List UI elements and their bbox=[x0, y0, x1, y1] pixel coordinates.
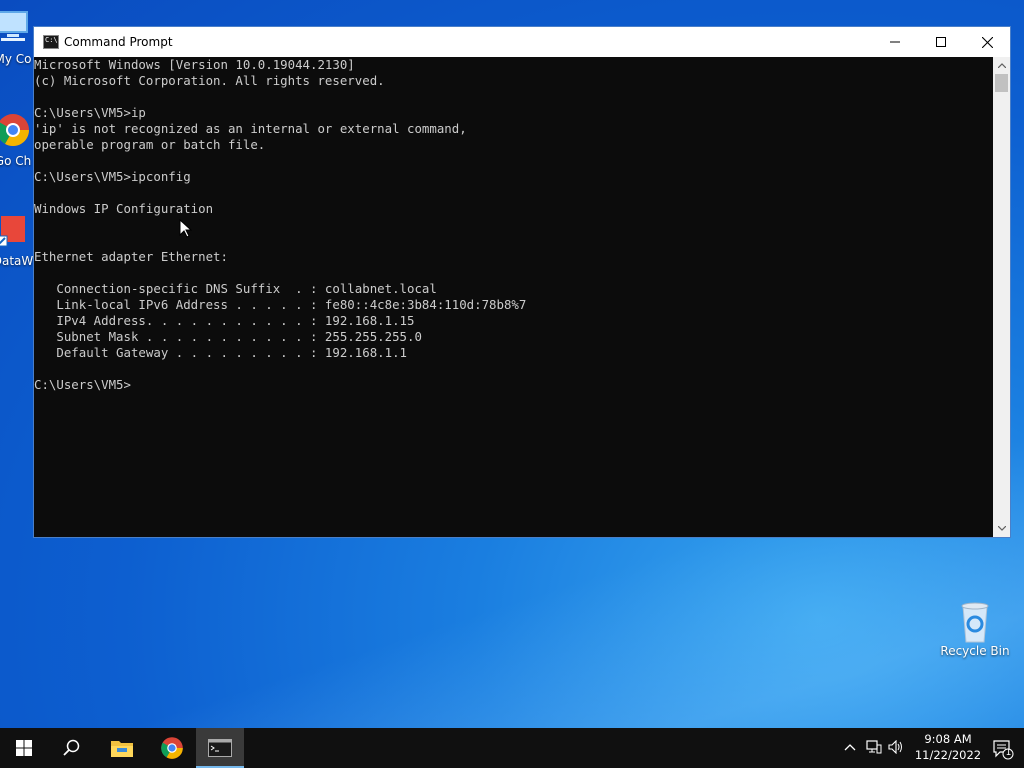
console-line: Ethernet adapter Ethernet: bbox=[34, 249, 228, 264]
action-center-button[interactable]: 1 bbox=[992, 738, 1014, 760]
console-line: C:\Users\VM5>ipconfig bbox=[34, 169, 191, 184]
speaker-icon bbox=[888, 739, 902, 755]
taskbar-chrome[interactable] bbox=[148, 728, 196, 768]
console-scrollbar[interactable] bbox=[993, 57, 1010, 537]
desktop-icon-label: Recycle Bin bbox=[940, 644, 1010, 658]
maximize-icon bbox=[936, 37, 946, 47]
taskbar: 9:08 AM 11/22/2022 1 bbox=[0, 728, 1024, 768]
scroll-thumb[interactable] bbox=[995, 74, 1008, 92]
close-icon bbox=[981, 36, 993, 48]
taskbar-file-explorer[interactable] bbox=[98, 728, 146, 768]
chevron-up-icon bbox=[997, 63, 1006, 68]
minimize-icon bbox=[890, 41, 900, 43]
command-prompt-window[interactable]: C:\ Command Prompt Microsoft Windows [Ve… bbox=[33, 26, 1011, 538]
computer-icon bbox=[0, 8, 33, 48]
window-title: Command Prompt bbox=[64, 35, 173, 49]
recycle-bin-icon bbox=[955, 600, 995, 643]
scroll-down-button[interactable] bbox=[993, 520, 1010, 537]
desktop-icon-recycle-bin[interactable]: Recycle Bin bbox=[940, 600, 1010, 658]
chrome-icon bbox=[0, 110, 33, 150]
system-tray: 9:08 AM 11/22/2022 1 bbox=[824, 728, 1024, 768]
app-shortcut-icon bbox=[0, 210, 33, 250]
console-output[interactable]: Microsoft Windows [Version 10.0.19044.21… bbox=[34, 57, 994, 537]
scroll-up-button[interactable] bbox=[993, 57, 1010, 74]
notification-count: 1 bbox=[1005, 748, 1012, 758]
console-line: operable program or batch file. bbox=[34, 137, 266, 152]
network-button[interactable] bbox=[866, 740, 882, 756]
console-line: 'ip' is not recognized as an internal or… bbox=[34, 121, 467, 136]
desktop: My Co Go Ch DataW bbox=[0, 0, 1024, 728]
cmd-app-icon: C:\ bbox=[43, 35, 59, 49]
console-line: Windows IP Configuration bbox=[34, 201, 214, 216]
search-button[interactable] bbox=[48, 728, 96, 768]
volume-button[interactable] bbox=[888, 739, 904, 756]
search-icon bbox=[63, 739, 80, 756]
console-line: (c) Microsoft Corporation. All rights re… bbox=[34, 73, 385, 88]
window-titlebar[interactable]: C:\ Command Prompt bbox=[34, 27, 1010, 57]
console-line: Link-local IPv6 Address . . . . . : fe80… bbox=[34, 297, 527, 312]
cmd-icon bbox=[208, 739, 232, 757]
close-button[interactable] bbox=[964, 27, 1010, 57]
start-button[interactable] bbox=[0, 728, 48, 768]
console-line: IPv4 Address. . . . . . . . . . . : 192.… bbox=[34, 313, 415, 328]
clock-date: 11/22/2022 bbox=[914, 748, 982, 762]
minimize-button[interactable] bbox=[872, 27, 918, 57]
show-hidden-icons-button[interactable] bbox=[842, 740, 858, 756]
taskbar-command-prompt[interactable] bbox=[196, 728, 244, 768]
console-line: Microsoft Windows [Version 10.0.19044.21… bbox=[34, 57, 355, 72]
console-line: C:\Users\VM5> bbox=[34, 377, 131, 392]
chevron-up-icon bbox=[844, 744, 856, 751]
console-line: C:\Users\VM5>ip bbox=[34, 105, 146, 120]
windows-logo-icon bbox=[16, 740, 32, 756]
chevron-down-icon bbox=[997, 526, 1006, 531]
console-line: Default Gateway . . . . . . . . . : 192.… bbox=[34, 345, 407, 360]
folder-icon bbox=[111, 741, 133, 757]
console-line: Connection-specific DNS Suffix . : colla… bbox=[34, 281, 437, 296]
clock-time: 9:08 AM bbox=[924, 732, 972, 746]
network-icon bbox=[866, 740, 882, 754]
console-line: Subnet Mask . . . . . . . . . . . : 255.… bbox=[34, 329, 422, 344]
taskbar-clock[interactable]: 9:08 AM 11/22/2022 bbox=[910, 731, 986, 763]
mouse-pointer-icon bbox=[179, 218, 193, 238]
maximize-button[interactable] bbox=[918, 27, 964, 57]
chrome-icon bbox=[161, 737, 183, 759]
